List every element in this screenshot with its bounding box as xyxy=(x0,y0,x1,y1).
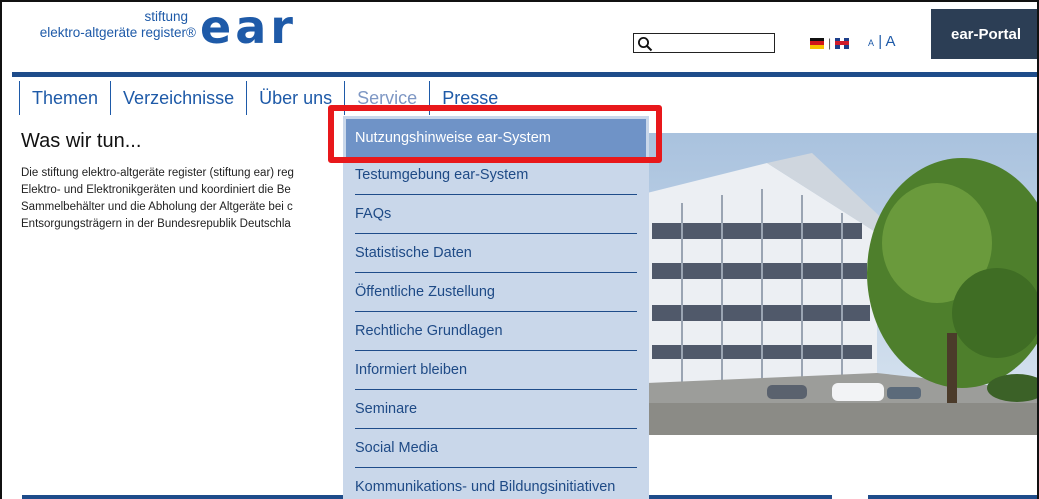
font-size-switcher: A | A xyxy=(868,33,895,50)
menu-item-informiert-bleiben[interactable]: Informiert bleiben xyxy=(343,351,649,390)
search-input[interactable] xyxy=(633,33,775,53)
menu-item-label: Öffentliche Zustellung xyxy=(355,284,495,300)
menu-item-label: FAQs xyxy=(355,206,392,222)
intro-paragraph: Die stiftung elektro-altgeräte register … xyxy=(21,165,343,233)
building-photo xyxy=(647,133,1037,435)
font-size-large-button[interactable]: A xyxy=(885,33,895,50)
menu-item-label: Informiert bleiben xyxy=(355,362,468,378)
menu-item-label: Seminare xyxy=(355,401,418,417)
menu-item-label: Statistische Daten xyxy=(355,245,472,261)
menu-item-seminare[interactable]: Seminare xyxy=(343,390,649,429)
logo-line-register: elektro-altgeräte register® xyxy=(39,25,196,40)
highlight-box xyxy=(328,105,662,163)
header-divider xyxy=(12,72,1037,77)
intro-line: Sammelbehälter und die Abholung der Altg… xyxy=(21,201,293,213)
menu-item-oeffentliche-zustellung[interactable]: Öffentliche Zustellung xyxy=(343,273,649,312)
language-switcher: | xyxy=(810,36,850,50)
menu-item-label: Social Media xyxy=(355,440,439,456)
font-size-separator: | xyxy=(878,33,883,50)
page-frame: stiftung elektro-altgeräte register® ear… xyxy=(0,0,1039,499)
intro-line: Entsorgungsträgern in der Bundesrepublik… xyxy=(21,218,291,230)
menu-item-label: Rechtliche Grundlagen xyxy=(355,323,503,339)
intro-line: Elektro- und Elektronikgeräten und koord… xyxy=(21,184,291,196)
ear-portal-button[interactable]: ear-Portal xyxy=(931,9,1037,59)
german-flag-icon[interactable] xyxy=(810,37,824,49)
nav-item-themen[interactable]: Themen xyxy=(19,81,110,115)
menu-item-social-media[interactable]: Social Media xyxy=(343,429,649,468)
menu-item-rechtliche-grundlagen[interactable]: Rechtliche Grundlagen xyxy=(343,312,649,351)
menu-item-label: Testumgebung ear-System xyxy=(355,167,529,183)
ear-logo[interactable]: ear xyxy=(200,2,297,52)
menu-item-kommunikations-initiativen[interactable]: Kommunikations- und Bildungsinitiativen xyxy=(343,468,649,499)
search-icon[interactable] xyxy=(637,36,653,52)
menu-item-statistische-daten[interactable]: Statistische Daten xyxy=(343,234,649,273)
logo-line-stiftung: stiftung xyxy=(144,9,188,24)
page-title: Was wir tun... xyxy=(21,130,142,152)
nav-item-verzeichnisse[interactable]: Verzeichnisse xyxy=(110,81,246,115)
menu-item-faqs[interactable]: FAQs xyxy=(343,195,649,234)
uk-flag-icon[interactable] xyxy=(835,37,850,49)
intro-line: Die stiftung elektro-altgeräte register … xyxy=(21,167,294,179)
language-separator: | xyxy=(828,36,832,50)
logo-text[interactable]: stiftung elektro-altgeräte register® xyxy=(24,9,196,41)
font-size-small-button[interactable]: A xyxy=(868,38,874,48)
menu-item-label: Kommunikations- und Bildungsinitiativen xyxy=(355,479,616,495)
service-dropdown-menu: Nutzungshinweise ear-System Testumgebung… xyxy=(343,116,649,499)
footer-divider-right xyxy=(868,495,1037,499)
